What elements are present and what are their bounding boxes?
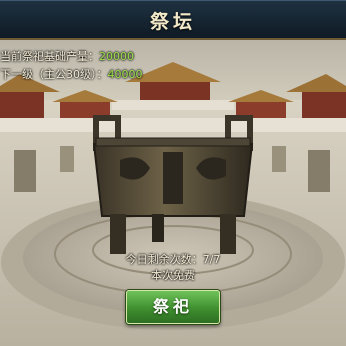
sacrifice-button[interactable]: 祭祀 xyxy=(126,290,220,324)
next-level-output-line: 下一级（主公30级）：40000 xyxy=(0,66,143,82)
next-level-label: 下一级（主公30级）： xyxy=(0,68,108,81)
remaining-count-label: 今日剩余次数： xyxy=(125,253,203,266)
remaining-count-value: 7/7 xyxy=(202,253,221,266)
page-title: 祭坛 xyxy=(149,11,196,33)
current-output-line: 当前祭祀基础产量：20000 xyxy=(0,48,134,64)
free-status-text: 本次免费 xyxy=(151,269,195,282)
title-bar: 祭坛 xyxy=(0,0,346,40)
current-output-value: 20000 xyxy=(99,50,134,63)
remaining-count-line: 今日剩余次数：7/7 xyxy=(0,251,346,267)
next-level-value: 40000 xyxy=(107,68,143,81)
current-output-label: 当前祭祀基础产量： xyxy=(0,50,99,63)
